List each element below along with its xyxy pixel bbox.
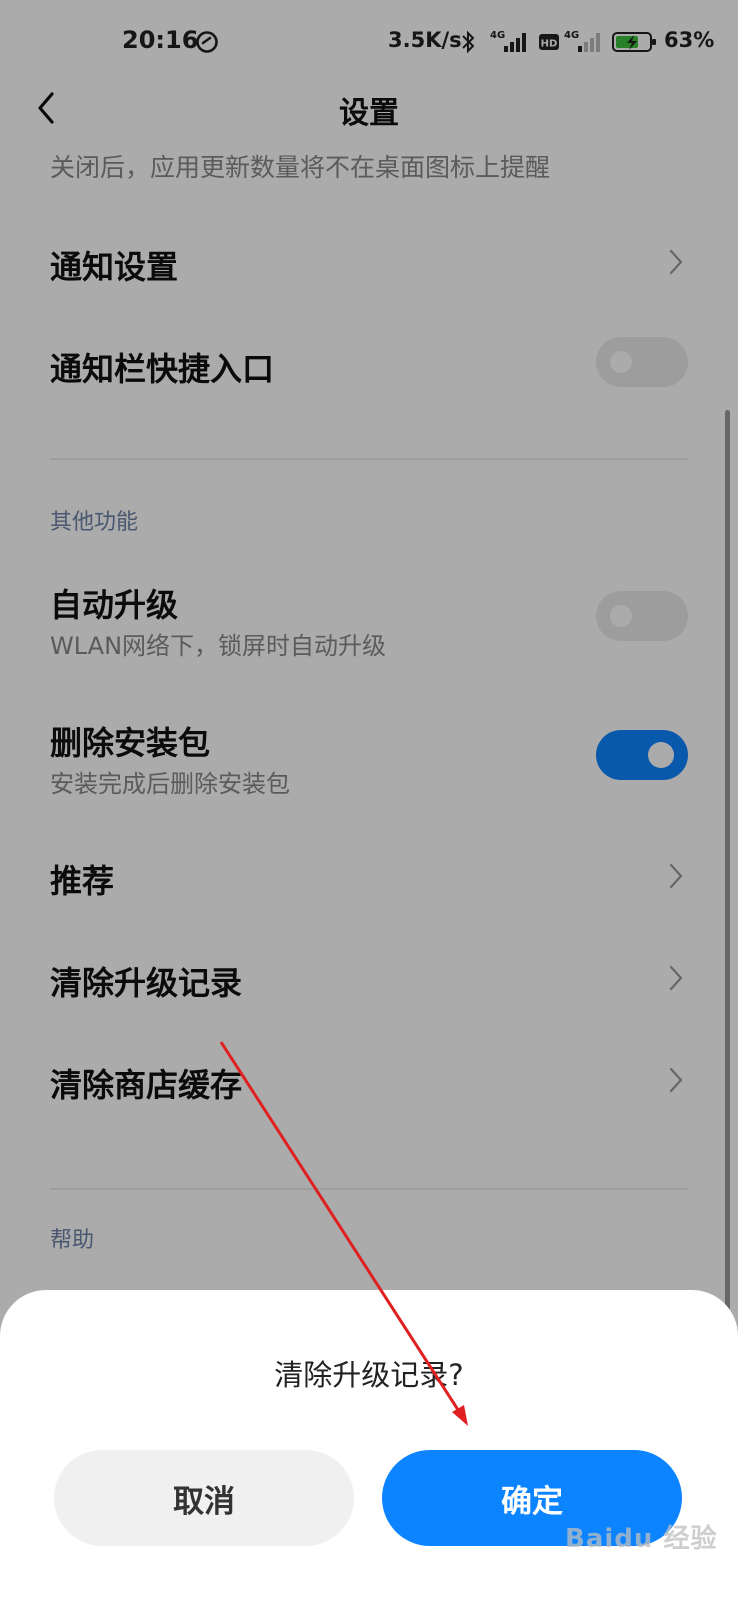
cancel-button[interactable]: 取消 [54,1450,354,1546]
dialog-title: 清除升级记录? [274,1358,464,1392]
baidu-watermark: Baidu 经验 [565,1524,718,1554]
